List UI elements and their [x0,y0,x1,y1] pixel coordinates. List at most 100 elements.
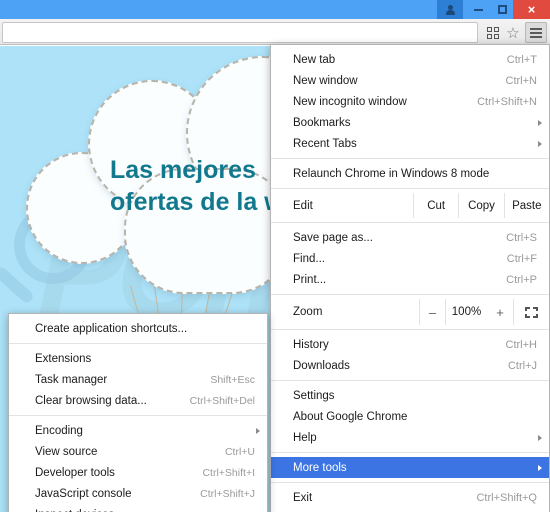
menu-item-relaunch-windows8-mode[interactable]: Relaunch Chrome in Windows 8 mode [271,163,549,184]
menu-item-developer-tools[interactable]: Developer tools Ctrl+Shift+I [9,462,267,483]
menu-item-settings[interactable]: Settings [271,385,549,406]
chevron-right-icon [256,427,260,434]
menu-item-label: Clear browsing data... [35,394,147,407]
menu-item-accel: Ctrl+P [506,273,537,286]
menu-item-find[interactable]: Find... Ctrl+F [271,248,549,269]
menu-item-label: Recent Tabs [293,137,357,150]
menu-item-accel: Ctrl+U [224,445,255,458]
menu-item-new-window[interactable]: New window Ctrl+N [271,70,549,91]
menu-item-accel: Ctrl+F [506,252,537,265]
menu-item-clear-browsing-data[interactable]: Clear browsing data... Ctrl+Shift+Del [9,390,267,411]
zoom-row-label: Zoom [293,306,323,318]
menu-item-more-tools[interactable]: More tools [271,457,549,478]
menu-item-accel: Ctrl+Shift+N [477,95,537,108]
menu-item-label: Exit [293,491,313,504]
menu-item-accel: Ctrl+Shift+Del [189,394,255,407]
menu-separator [271,380,549,381]
menu-item-about-google-chrome[interactable]: About Google Chrome [271,406,549,427]
menu-item-label: Bookmarks [293,116,351,129]
menu-item-label: Create application shortcuts... [35,322,188,335]
menu-item-accel: Ctrl+Shift+I [202,466,255,479]
menu-separator [271,482,549,483]
menu-item-label: Save page as... [293,231,373,244]
menu-separator [271,188,549,189]
menu-item-label: JavaScript console [35,487,132,500]
menu-item-label: New window [293,74,358,87]
menu-item-label: Print... [293,273,327,286]
menu-item-label: New incognito window [293,95,407,108]
minimize-icon [473,8,483,11]
menu-item-new-tab[interactable]: New tab Ctrl+T [271,49,549,70]
menu-item-accel: Ctrl+Shift+J [200,487,255,500]
menu-item-accel: Ctrl+S [506,231,537,244]
menu-item-print[interactable]: Print... Ctrl+P [271,269,549,290]
menu-item-label: Developer tools [35,466,115,479]
menu-item-exit[interactable]: Exit Ctrl+Shift+Q [271,487,549,508]
menu-item-label: Find... [293,252,325,265]
menu-item-task-manager[interactable]: Task manager Shift+Esc [9,369,267,390]
menu-item-help[interactable]: Help [271,427,549,448]
menu-item-bookmarks[interactable]: Bookmarks [271,112,549,133]
browser-toolbar: ☆ [0,19,550,45]
bookmark-star-icon[interactable]: ☆ [504,24,522,42]
fullscreen-button[interactable] [513,299,549,325]
menu-item-accel: Ctrl+J [507,359,537,372]
paste-button[interactable]: Paste [503,193,549,218]
menu-separator [9,415,267,416]
menu-item-label: History [293,338,329,351]
menu-item-label: New tab [293,53,336,66]
menu-item-label: Extensions [35,352,92,365]
person-icon [446,4,455,15]
menu-separator [9,343,267,344]
menu-item-history[interactable]: History Ctrl+H [271,334,549,355]
edit-row-label: Edit [293,199,313,212]
menu-item-label: Help [293,431,317,444]
chrome-menu-button[interactable] [525,22,547,43]
menu-item-label: More tools [293,461,347,474]
star-glyph: ☆ [506,24,520,42]
menu-item-label: About Google Chrome [293,410,408,423]
close-icon: × [527,2,536,17]
apps-icon[interactable] [484,24,502,42]
minimize-button[interactable] [465,0,491,19]
zoom-out-button[interactable]: – [419,299,445,325]
menu-separator [271,452,549,453]
menu-item-new-incognito-window[interactable]: New incognito window Ctrl+Shift+N [271,91,549,112]
maximize-icon [497,5,507,14]
chevron-right-icon [538,434,542,441]
menu-separator [271,329,549,330]
address-bar[interactable] [2,22,478,43]
copy-button[interactable]: Copy [458,193,503,218]
menu-item-accel: Ctrl+N [505,74,537,87]
profile-avatar-button[interactable] [437,0,463,19]
menu-item-inspect-devices[interactable]: Inspect devices [9,504,267,512]
more-tools-submenu: Create application shortcuts... Extensio… [8,313,268,512]
title-bar: × [0,0,550,19]
menu-item-accel: Shift+Esc [210,373,255,386]
maximize-button[interactable] [489,0,515,19]
menu-item-accel: Ctrl+T [506,53,537,66]
menu-item-label: Inspect devices [35,509,255,512]
browser-window: × ☆ PCrisk Las mej [0,0,550,512]
menu-item-save-page-as[interactable]: Save page as... Ctrl+S [271,227,549,248]
menu-separator [271,158,549,159]
menu-item-encoding[interactable]: Encoding [9,420,267,441]
chevron-right-icon [538,464,542,471]
menu-item-accel: Ctrl+Shift+Q [476,491,537,504]
menu-item-recent-tabs[interactable]: Recent Tabs [271,133,549,154]
menu-item-javascript-console[interactable]: JavaScript console Ctrl+Shift+J [9,483,267,504]
close-button[interactable]: × [513,0,550,19]
zoom-in-button[interactable]: + [487,299,513,325]
fullscreen-icon [525,306,538,318]
menu-separator [271,222,549,223]
menu-item-label: Relaunch Chrome in Windows 8 mode [293,167,490,180]
menu-item-view-source[interactable]: View source Ctrl+U [9,441,267,462]
menu-item-create-application-shortcuts[interactable]: Create application shortcuts... [9,318,267,339]
cut-button[interactable]: Cut [413,193,458,218]
menu-row-zoom: Zoom – 100% + [271,299,549,325]
menu-item-downloads[interactable]: Downloads Ctrl+J [271,355,549,376]
menu-separator [271,294,549,295]
menu-row-edit: Edit Cut Copy Paste [271,193,549,218]
menu-item-extensions[interactable]: Extensions [9,348,267,369]
chevron-right-icon [538,119,542,126]
